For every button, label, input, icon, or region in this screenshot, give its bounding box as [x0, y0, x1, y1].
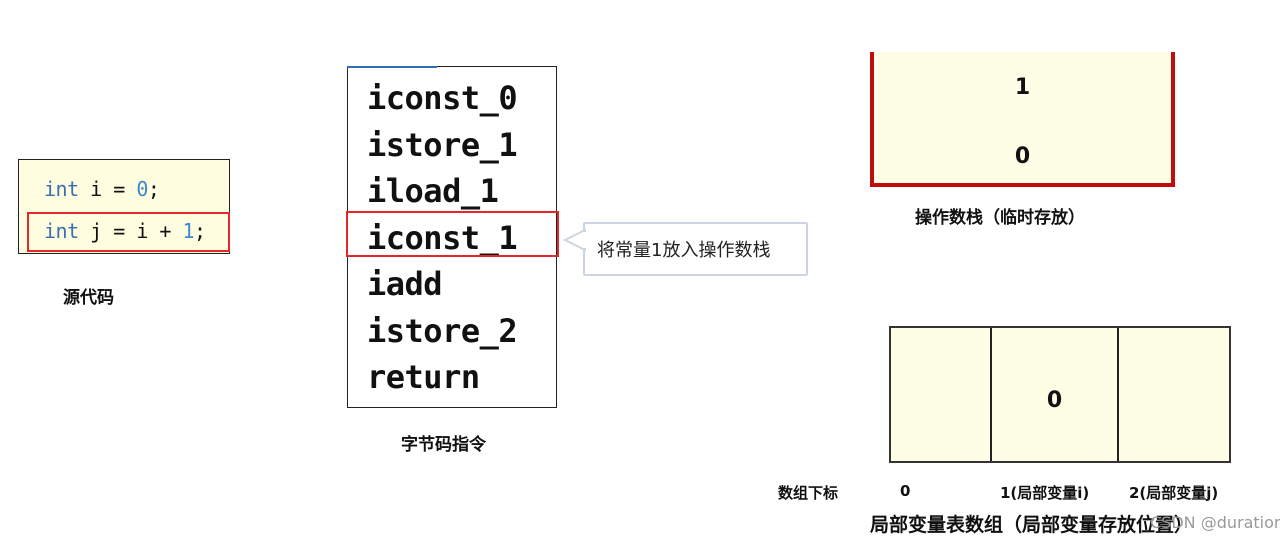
- bytecode-instruction: iconst_0: [367, 79, 518, 117]
- callout-text: 将常量1放入操作数栈: [597, 240, 771, 261]
- bytecode-highlight: [346, 211, 559, 257]
- bytecode-instruction: istore_1: [367, 126, 518, 164]
- code-text: i =: [78, 177, 137, 201]
- code-keyword: int: [44, 177, 79, 201]
- bytecode-instruction: return: [367, 358, 480, 396]
- local-variable-table: 0: [889, 326, 1231, 463]
- panel-accent-line: [347, 66, 437, 68]
- bytecode-instruction: iload_1: [367, 172, 499, 210]
- watermark: CSDN @duration ~: [1150, 513, 1280, 532]
- index-label: 数组下标: [778, 484, 839, 502]
- source-code-caption: 源代码: [63, 288, 114, 308]
- code-number: 0: [136, 177, 148, 201]
- bytecode-instruction: istore_2: [367, 312, 518, 350]
- bytecode-instruction: iadd: [367, 265, 443, 303]
- local-variable-table-caption: 局部变量表数组（局部变量存放位置）: [870, 514, 1194, 536]
- source-code-panel: int i = 0; int j = i + 1;: [18, 159, 230, 254]
- callout-box: 将常量1放入操作数栈: [583, 222, 808, 276]
- index-1: 1(局部变量i): [1000, 484, 1090, 502]
- lvt-slot-0: [891, 328, 992, 461]
- index-0: 0: [900, 482, 911, 500]
- stack-value-top: 1: [1014, 75, 1031, 100]
- source-line-highlight: [27, 212, 230, 252]
- operand-stack-caption: 操作数栈（临时存放）: [915, 208, 1085, 228]
- index-2: 2(局部变量j): [1129, 484, 1219, 502]
- lvt-slot-1: 0: [992, 328, 1119, 461]
- code-end: ;: [147, 177, 160, 201]
- code-line-1: int i = 0;: [44, 177, 160, 201]
- lvt-slot-2: [1119, 328, 1229, 461]
- bytecode-caption: 字节码指令: [401, 435, 486, 455]
- callout-pointer-icon: [563, 228, 587, 252]
- lvt-slot-value: 0: [1046, 388, 1063, 413]
- operand-stack: 1 0: [870, 52, 1175, 187]
- stack-value-bottom: 0: [1014, 144, 1031, 169]
